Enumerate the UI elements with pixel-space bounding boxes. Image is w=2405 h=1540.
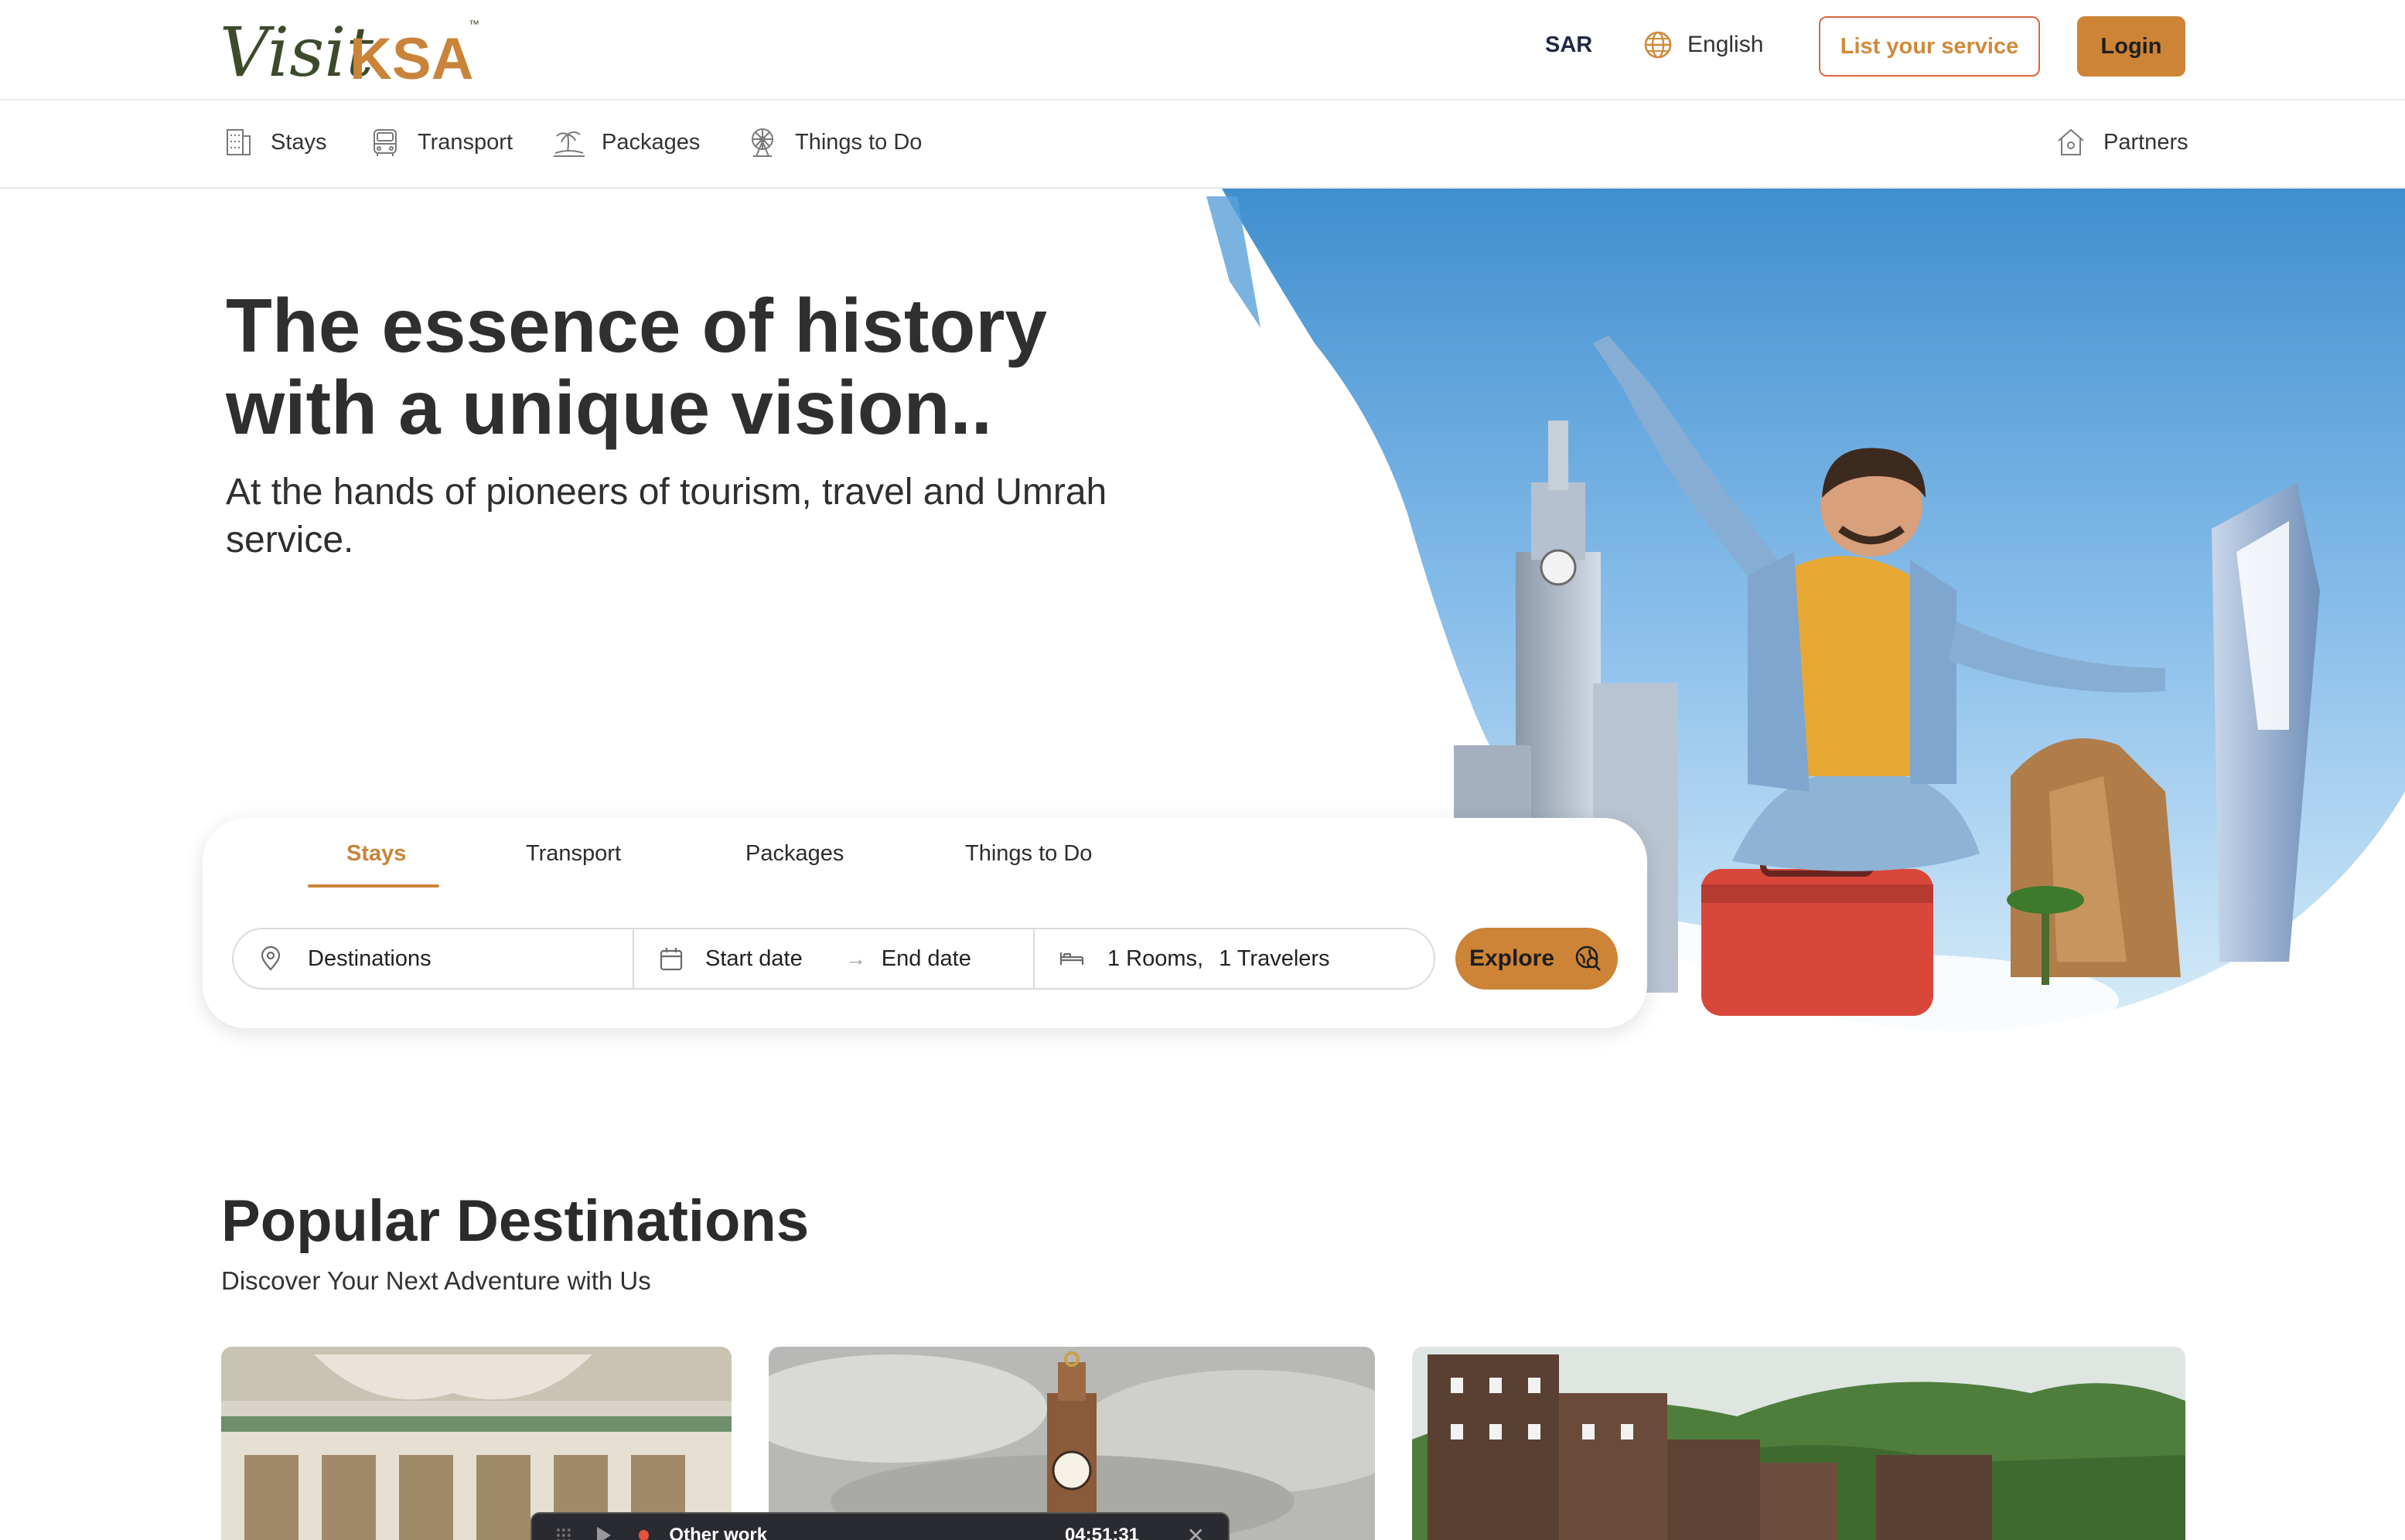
nav-label: Things to Do <box>795 129 923 155</box>
close-icon[interactable]: ✕ <box>1187 1523 1205 1540</box>
hero-subtitle-line: At the hands of pioneers of tourism, tra… <box>226 472 1107 513</box>
nav-item-stays[interactable]: Stays <box>221 125 327 159</box>
section-subtitle: Discover Your Next Adventure with Us <box>221 1266 651 1295</box>
end-date-placeholder: End date <box>881 945 971 971</box>
login-button[interactable]: Login <box>2077 16 2185 77</box>
travelers-count: 1 Travelers <box>1219 945 1330 971</box>
active-tab-indicator <box>308 884 439 888</box>
tracker-task-label: Other work <box>669 1525 768 1540</box>
clock-tower-image <box>769 1347 1375 1540</box>
nav-label: Stays <box>271 129 327 155</box>
globe-icon <box>1644 31 1672 59</box>
explore-label: Explore <box>1469 945 1555 971</box>
destination-input[interactable]: Destinations <box>232 928 634 990</box>
hero-subtitle-line: service. <box>226 520 354 560</box>
house-icon <box>2058 128 2084 155</box>
calendar-icon <box>660 948 683 971</box>
mosque-image <box>221 1347 732 1540</box>
svg-text:™: ™ <box>469 18 479 30</box>
bed-icon <box>1059 952 1084 965</box>
destination-card-clock-tower[interactable] <box>769 1347 1375 1540</box>
hero-title-line: The essence of history <box>226 283 1048 368</box>
currency-selector[interactable]: SAR <box>1545 32 1592 58</box>
nav-label: Transport <box>418 129 513 155</box>
tab-packages[interactable]: Packages <box>745 841 844 867</box>
arrow-right-icon: → <box>845 946 866 970</box>
hero-title-line: with a unique vision.. <box>226 365 992 450</box>
date-range-picker[interactable]: Start date → End date <box>633 928 1035 990</box>
village-image <box>1412 1347 2185 1540</box>
language-selector[interactable]: English <box>1643 29 1763 60</box>
building-icon <box>227 129 251 155</box>
destination-placeholder: Destinations <box>308 945 432 971</box>
rooms-travelers-selector[interactable]: 1 Rooms, 1 Travelers <box>1033 928 1435 990</box>
nav-item-transport[interactable]: Transport <box>368 125 513 159</box>
search-globe-icon <box>1575 945 1601 971</box>
category-nav: Stays Transport Packages Things to Do Pa… <box>0 102 2405 189</box>
nav-item-partners[interactable]: Partners <box>2054 125 2188 159</box>
top-header: Visit KSA ™ SAR English List your servic… <box>0 0 2405 101</box>
rooms-count: 1 Rooms, <box>1107 945 1204 971</box>
play-icon[interactable] <box>596 1527 611 1540</box>
search-panel: Stays Transport Packages Things to Do De… <box>203 818 1647 1028</box>
visit-ksa-logo[interactable]: Visit KSA ™ <box>220 8 483 93</box>
list-your-service-button[interactable]: List your service <box>1819 16 2040 77</box>
svg-text:KSA: KSA <box>350 26 473 92</box>
hero-subtitle: At the hands of pioneers of tourism, tra… <box>226 468 1169 564</box>
partners-label: Partners <box>2103 129 2188 155</box>
tracker-timer: 04:51:31 <box>1064 1525 1140 1540</box>
hero-title: The essence of history with a unique vis… <box>226 284 1231 448</box>
destination-card-mosque[interactable] <box>221 1347 732 1540</box>
drag-handle-icon[interactable] <box>555 1527 572 1540</box>
tab-stays[interactable]: Stays <box>346 841 406 867</box>
nav-label: Packages <box>602 129 701 155</box>
start-date-placeholder: Start date <box>705 945 803 971</box>
nav-item-things-to-do[interactable]: Things to Do <box>745 125 922 159</box>
ferris-wheel-icon <box>752 128 773 157</box>
section-title: Popular Destinations <box>221 1188 810 1254</box>
time-tracker-bar: Other work 04:51:31 ✕ <box>530 1512 1230 1540</box>
tab-things-to-do[interactable]: Things to Do <box>965 841 1092 867</box>
recording-indicator-icon <box>638 1530 650 1540</box>
nav-item-packages[interactable]: Packages <box>552 125 700 159</box>
explore-button[interactable]: Explore <box>1455 928 1618 990</box>
location-pin-icon <box>261 945 281 971</box>
bus-icon <box>374 129 397 156</box>
destination-card-rijal-almaa[interactable] <box>1412 1347 2185 1540</box>
palm-island-icon <box>554 131 585 157</box>
tab-transport[interactable]: Transport <box>526 841 621 867</box>
language-label: English <box>1687 32 1764 57</box>
